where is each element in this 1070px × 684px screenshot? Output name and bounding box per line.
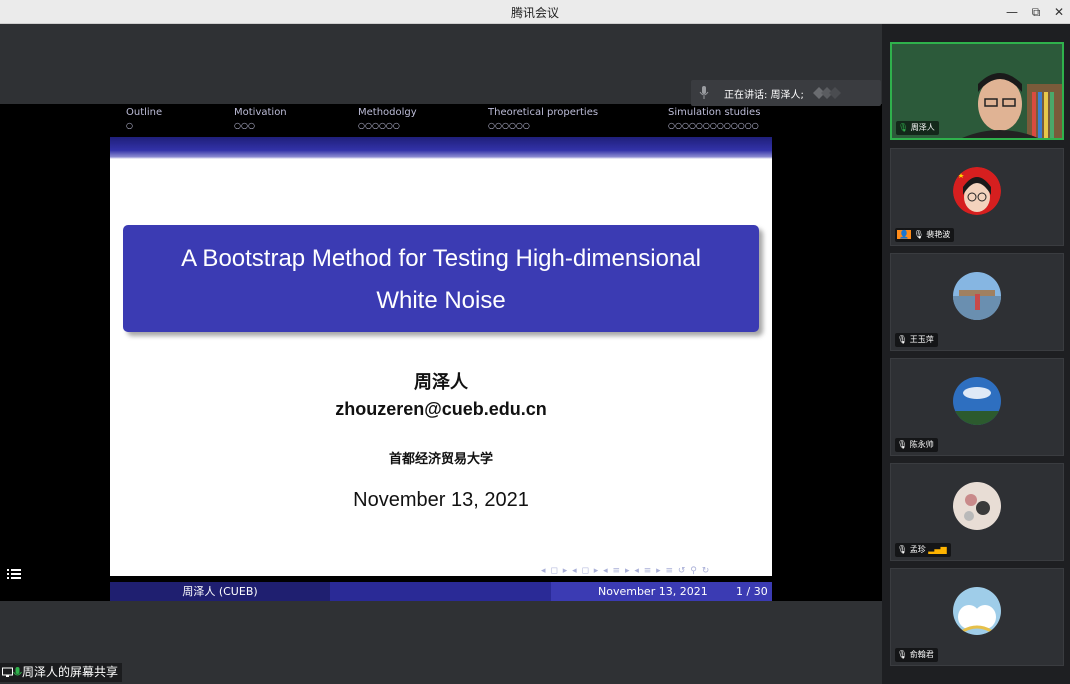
participant-name-tag: 🎙 陈永帅: [895, 438, 938, 452]
speaker-avatars-icon: [813, 87, 841, 99]
nav-section-outline[interactable]: Outline: [126, 107, 162, 118]
window-title: 腾讯会议: [510, 6, 559, 20]
participant-tile[interactable]: 🎙 王玉萍: [890, 253, 1064, 351]
nav-section-motivation[interactable]: Motivation: [234, 107, 287, 118]
slide-footer-middle: [330, 582, 551, 601]
screen-share-text: 周泽人的屏幕共享: [22, 665, 119, 679]
screen-share-icon: [2, 667, 13, 677]
beamer-navigation-symbols[interactable]: ◂ ◻ ▸ ◂ ◻ ▸ ◂ ≡ ▸ ◂ ≡ ▸ ≡ ↺ ⚲ ↻: [541, 566, 710, 576]
nav-section-theoretical[interactable]: Theoretical properties: [488, 107, 598, 118]
nav-section-methodology[interactable]: Methodolgy: [358, 107, 417, 118]
participant-name-tag: 🎙 王玉萍: [895, 333, 938, 347]
slide-page-number: 1 / 30: [736, 585, 768, 598]
participant-tile[interactable]: 🎙 孟珍 ▂▄▆: [890, 463, 1064, 561]
slide-institution: 首都经济贸易大学: [388, 452, 493, 467]
slide-footer-right: November 13, 2021 1 / 30: [551, 582, 772, 601]
slide-footer-date: November 13, 2021: [598, 585, 708, 598]
participant-name-tag: 🎙 孟珍 ▂▄▆: [895, 543, 951, 557]
speaking-text: 正在讲话: 周泽人;: [724, 90, 804, 101]
nav-section-simulation[interactable]: Simulation studies: [668, 107, 760, 118]
host-icon: 👤: [897, 230, 911, 239]
participant-name-tag: 🎙 周泽人: [896, 121, 939, 135]
nav-dots-theoretical[interactable]: ○○○○○○: [488, 121, 530, 130]
speaking-indicator: 正在讲话: 周泽人;: [691, 80, 881, 106]
microphone-muted-icon: 🎙: [897, 650, 908, 659]
participant-panel: 🎙 周泽人 👤 🎙 裴艳波 🎙 王玉萍 🎙 陈永帅 🎙 孟珍 ▂▄▆ 🎙 俞翰君: [882, 24, 1070, 684]
minimize-button[interactable]: —: [1002, 2, 1022, 22]
close-button[interactable]: ✕: [1049, 2, 1069, 22]
avatar: [953, 482, 1001, 530]
avatar: [953, 167, 1001, 215]
nav-dots-motivation[interactable]: ○○○: [234, 121, 255, 130]
title-bar: 腾讯会议 — ⧉ ✕: [0, 0, 1070, 24]
participant-tile[interactable]: 🎙 周泽人: [890, 42, 1064, 140]
participant-name: 俞翰君: [909, 650, 934, 659]
participant-name: 王玉萍: [909, 335, 934, 344]
slide-author: 周泽人: [414, 372, 468, 393]
microphone-muted-icon: 🎙: [897, 545, 908, 554]
slide-nav-header: Outline ○ Motivation ○○○ Methodolgy ○○○○…: [110, 104, 772, 137]
microphone-on-icon: 🎙: [898, 123, 909, 132]
maximize-button[interactable]: ⧉: [1026, 2, 1046, 22]
participant-name: 裴艳波: [926, 230, 951, 239]
screen-share-label[interactable]: 周泽人的屏幕共享: [0, 663, 123, 682]
participant-name: 陈永帅: [909, 440, 934, 449]
participant-name-tag: 👤 🎙 裴艳波: [895, 228, 955, 242]
participant-name: 孟珍: [909, 545, 926, 554]
nav-dots-simulation[interactable]: ○○○○○○○○○○○○○: [668, 121, 759, 130]
slide-footer-author: 周泽人 (CUEB): [110, 582, 330, 601]
slide-title-line1: A Bootstrap Method for Testing High-dime…: [181, 245, 701, 272]
participant-name-tag: 🎙 俞翰君: [895, 648, 938, 662]
slide-title-box: A Bootstrap Method for Testing High-dime…: [123, 225, 759, 332]
microphone-icon: [699, 86, 709, 99]
avatar: [953, 587, 1001, 635]
list-icon[interactable]: [7, 567, 21, 581]
slide-title-line2: White Noise: [376, 287, 506, 314]
signal-strength-icon: ▂▄▆: [928, 545, 947, 554]
slide-email: zhouzeren@cueb.edu.cn: [335, 399, 547, 419]
participant-tile[interactable]: 👤 🎙 裴艳波: [890, 148, 1064, 246]
slide-date: November 13, 2021: [353, 489, 529, 511]
participant-tile[interactable]: 🎙 陈永帅: [890, 358, 1064, 456]
microphone-muted-icon: 🎙: [897, 440, 908, 449]
nav-dots-methodology[interactable]: ○○○○○○: [358, 121, 400, 130]
avatar: [953, 272, 1001, 320]
microphone-on-icon: [13, 666, 22, 675]
nav-dots-outline[interactable]: ○: [126, 121, 133, 130]
microphone-muted-icon: 🎙: [897, 335, 908, 344]
avatar: [953, 377, 1001, 425]
participant-name: 周泽人: [910, 123, 935, 132]
participant-tile[interactable]: 🎙 俞翰君: [890, 568, 1064, 666]
slide-header-bar: [110, 137, 772, 159]
microphone-icon: 🎙: [913, 230, 924, 239]
